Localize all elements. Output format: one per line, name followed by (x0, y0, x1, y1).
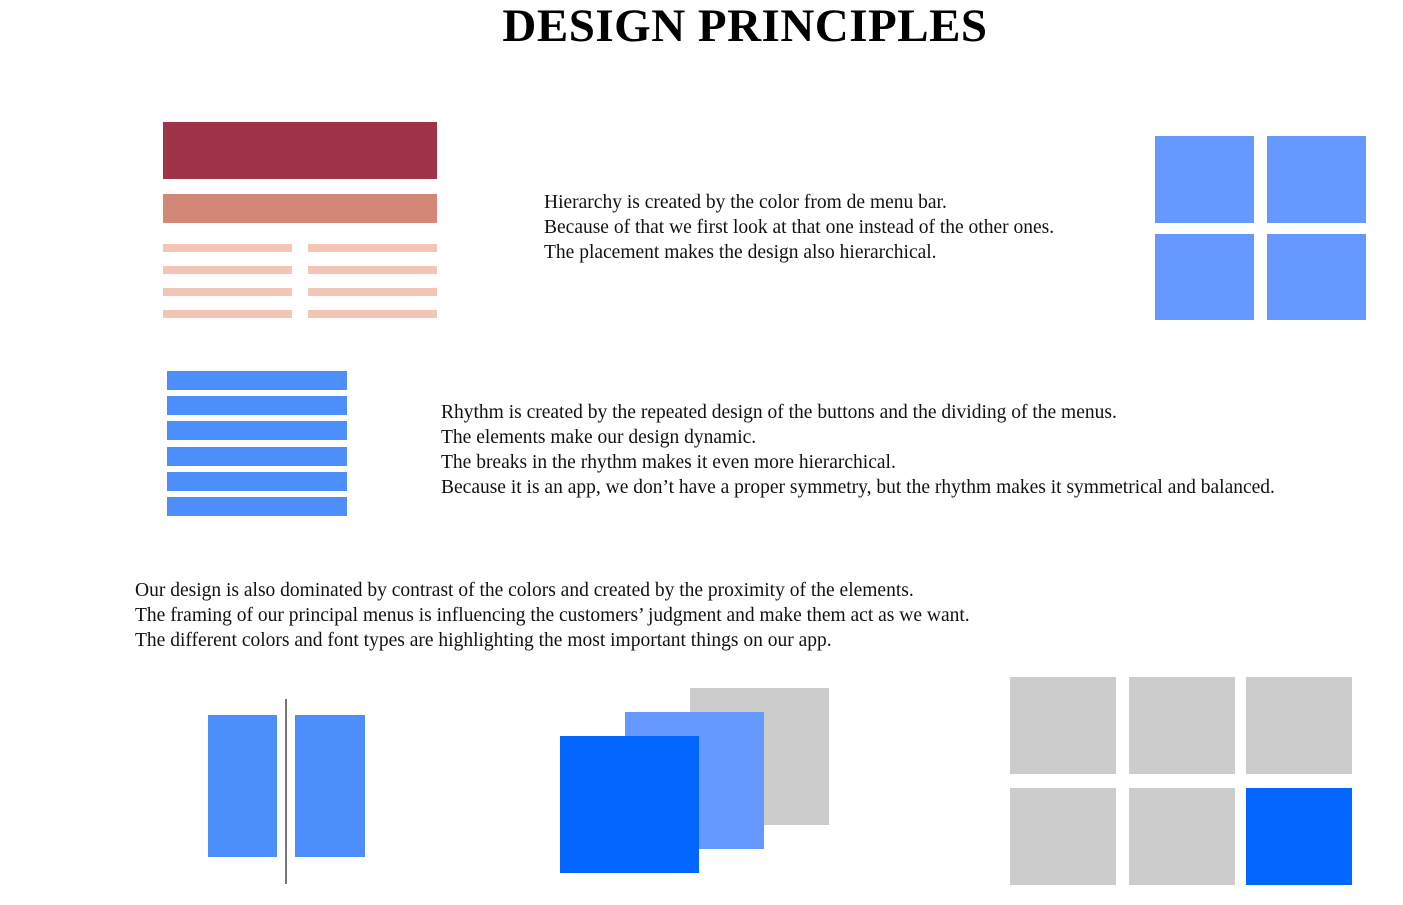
rhythm-bar (167, 497, 347, 516)
symmetry-axis-line (285, 699, 287, 884)
contrast-text: Our design is also dominated by contrast… (135, 578, 970, 653)
blue-tile (1155, 136, 1254, 223)
hierarchy-line-right-1 (308, 244, 437, 252)
highlighted-blue-tile (1246, 788, 1352, 885)
rhythm-text-line: Rhythm is created by the repeated design… (441, 402, 1117, 423)
symmetry-panel-right (295, 715, 365, 857)
hierarchy-text-line: The placement makes the design also hier… (544, 242, 937, 263)
blue-tile (1155, 234, 1254, 320)
rhythm-bar (167, 396, 347, 415)
rhythm-bar (167, 371, 347, 390)
rhythm-bar (167, 421, 347, 440)
hierarchy-menu-bar-dark (163, 122, 437, 179)
contrast-text-line: The different colors and font types are … (135, 630, 832, 651)
rhythm-text-line: The elements make our design dynamic. (441, 427, 757, 448)
hierarchy-line-right-3 (308, 288, 437, 296)
contrast-text-line: The framing of our principal menus is in… (135, 605, 970, 626)
blue-tile (1267, 234, 1366, 320)
rhythm-bar (167, 447, 347, 466)
rhythm-text: Rhythm is created by the repeated design… (441, 400, 1275, 500)
rhythm-text-line: The breaks in the rhythm makes it even m… (441, 452, 896, 473)
page-title: DESIGN PRINCIPLES (502, 0, 988, 52)
rhythm-text-line: Because it is an app, we don’t have a pr… (441, 477, 1275, 498)
hierarchy-text: Hierarchy is created by the color from d… (544, 190, 1054, 265)
grey-tile (1129, 677, 1235, 774)
grey-tile (1246, 677, 1352, 774)
hierarchy-line-left-4 (163, 310, 292, 318)
hierarchy-line-left-2 (163, 266, 292, 274)
contrast-text-line: Our design is also dominated by contrast… (135, 580, 914, 601)
symmetry-panel-left (208, 715, 277, 857)
hierarchy-text-line: Hierarchy is created by the color from d… (544, 192, 947, 213)
hierarchy-menu-bar-mid (163, 194, 437, 223)
grey-tile (1010, 677, 1116, 774)
blue-tile (1267, 136, 1366, 223)
grey-tile (1129, 788, 1235, 885)
hierarchy-line-left-3 (163, 288, 292, 296)
rhythm-bar (167, 472, 347, 491)
blue-square-front (560, 736, 699, 873)
grey-tile (1010, 788, 1116, 885)
hierarchy-text-line: Because of that we first look at that on… (544, 217, 1055, 238)
hierarchy-line-right-2 (308, 266, 437, 274)
hierarchy-line-left-1 (163, 244, 292, 252)
hierarchy-line-right-4 (308, 310, 437, 318)
